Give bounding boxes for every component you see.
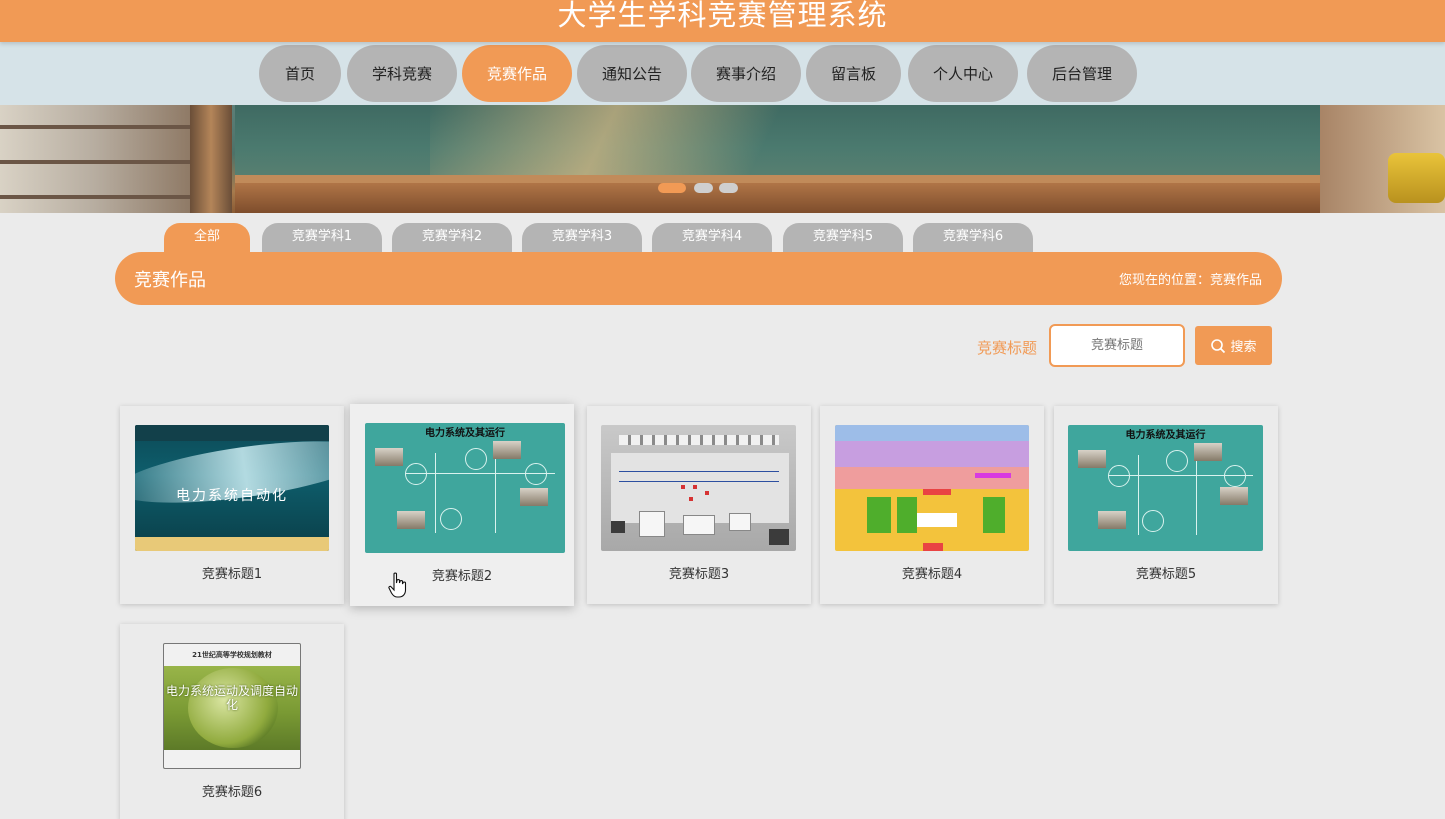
work-card[interactable]: 电力系统自动化 竞赛标题1 bbox=[120, 406, 344, 604]
work-title[interactable]: 竞赛标题3 bbox=[587, 563, 811, 582]
main-nav: 首页 学科竞赛 竞赛作品 通知公告 赛事介绍 留言板 个人中心 后台管理 bbox=[0, 42, 1445, 105]
work-cover-image: 电力系统自动化 bbox=[135, 425, 329, 551]
nav-item-home[interactable]: 首页 bbox=[259, 45, 341, 102]
category-tab-5[interactable]: 竞赛学科5 bbox=[783, 223, 903, 255]
work-title[interactable]: 竞赛标题2 bbox=[350, 565, 574, 584]
category-tab-1[interactable]: 竞赛学科1 bbox=[262, 223, 382, 255]
search-button[interactable]: 搜索 bbox=[1195, 326, 1272, 365]
work-title[interactable]: 竞赛标题6 bbox=[120, 781, 344, 800]
category-tab-6[interactable]: 竞赛学科6 bbox=[913, 223, 1033, 255]
search-icon bbox=[1211, 338, 1226, 353]
nav-item-message-board[interactable]: 留言板 bbox=[806, 45, 901, 102]
work-card[interactable]: 竞赛标题3 bbox=[587, 406, 811, 604]
category-tab-4[interactable]: 竞赛学科4 bbox=[652, 223, 772, 255]
work-card[interactable]: 电力系统及其运行 竞赛标题5 bbox=[1054, 406, 1278, 604]
banner-desk bbox=[235, 183, 1320, 213]
work-card[interactable]: 21世纪高等学校规划教材 电力系统运动及调度自动化 竞赛标题6 bbox=[120, 624, 344, 819]
banner-shelf bbox=[0, 105, 190, 213]
site-header: 大学生学科竞赛管理系统 bbox=[0, 0, 1445, 42]
search-button-label: 搜索 bbox=[1230, 340, 1257, 355]
work-title[interactable]: 竞赛标题4 bbox=[820, 563, 1044, 582]
cover-text: 电力系统自动化 bbox=[176, 488, 288, 504]
page-title: 竞赛作品 bbox=[134, 270, 206, 291]
search-label: 竞赛标题 bbox=[977, 339, 1038, 357]
cover-text: 电力系统及其运行 bbox=[1125, 430, 1206, 441]
hand-cursor-icon bbox=[388, 572, 407, 598]
breadcrumb: 您现在的位置：竞赛作品 bbox=[1118, 273, 1262, 288]
nav-item-event-intro[interactable]: 赛事介绍 bbox=[691, 45, 801, 102]
search-input[interactable] bbox=[1049, 324, 1185, 367]
work-title[interactable]: 竞赛标题5 bbox=[1054, 563, 1278, 582]
cover-text: 电力系统及其运行 bbox=[425, 428, 505, 439]
work-card[interactable]: 竞赛标题4 bbox=[820, 406, 1044, 604]
carousel-dot[interactable] bbox=[694, 183, 713, 193]
carousel-dot[interactable] bbox=[658, 183, 686, 193]
work-cover-image bbox=[835, 425, 1029, 551]
nav-item-notices[interactable]: 通知公告 bbox=[577, 45, 687, 102]
nav-item-competitions[interactable]: 学科竞赛 bbox=[347, 45, 457, 102]
cover-text: 电力系统运动及调度自动化 bbox=[165, 684, 298, 712]
nav-item-admin[interactable]: 后台管理 bbox=[1027, 45, 1137, 102]
work-cover-image: 电力系统及其运行 bbox=[1068, 425, 1263, 551]
carousel-indicators bbox=[655, 178, 745, 198]
work-cover-image: 电力系统及其运行 bbox=[365, 423, 565, 553]
work-card[interactable]: 电力系统及其运行 竞赛标题2 bbox=[350, 404, 574, 606]
work-title[interactable]: 竞赛标题1 bbox=[120, 563, 344, 582]
work-cover-image bbox=[601, 425, 796, 551]
nav-item-personal-center[interactable]: 个人中心 bbox=[908, 45, 1018, 102]
section-title-bar: 竞赛作品 您现在的位置：竞赛作品 bbox=[115, 252, 1282, 305]
category-tab-all[interactable]: 全部 bbox=[164, 223, 250, 255]
carousel-dot[interactable] bbox=[719, 183, 738, 193]
site-title: 大学生学科竞赛管理系统 bbox=[557, 0, 888, 32]
cover-header-text: 21世纪高等学校规划教材 bbox=[192, 651, 272, 659]
category-tab-2[interactable]: 竞赛学科2 bbox=[392, 223, 512, 255]
category-tab-3[interactable]: 竞赛学科3 bbox=[522, 223, 642, 255]
nav-item-works[interactable]: 竞赛作品 bbox=[462, 45, 572, 102]
work-cover-image: 21世纪高等学校规划教材 电力系统运动及调度自动化 bbox=[163, 643, 301, 769]
